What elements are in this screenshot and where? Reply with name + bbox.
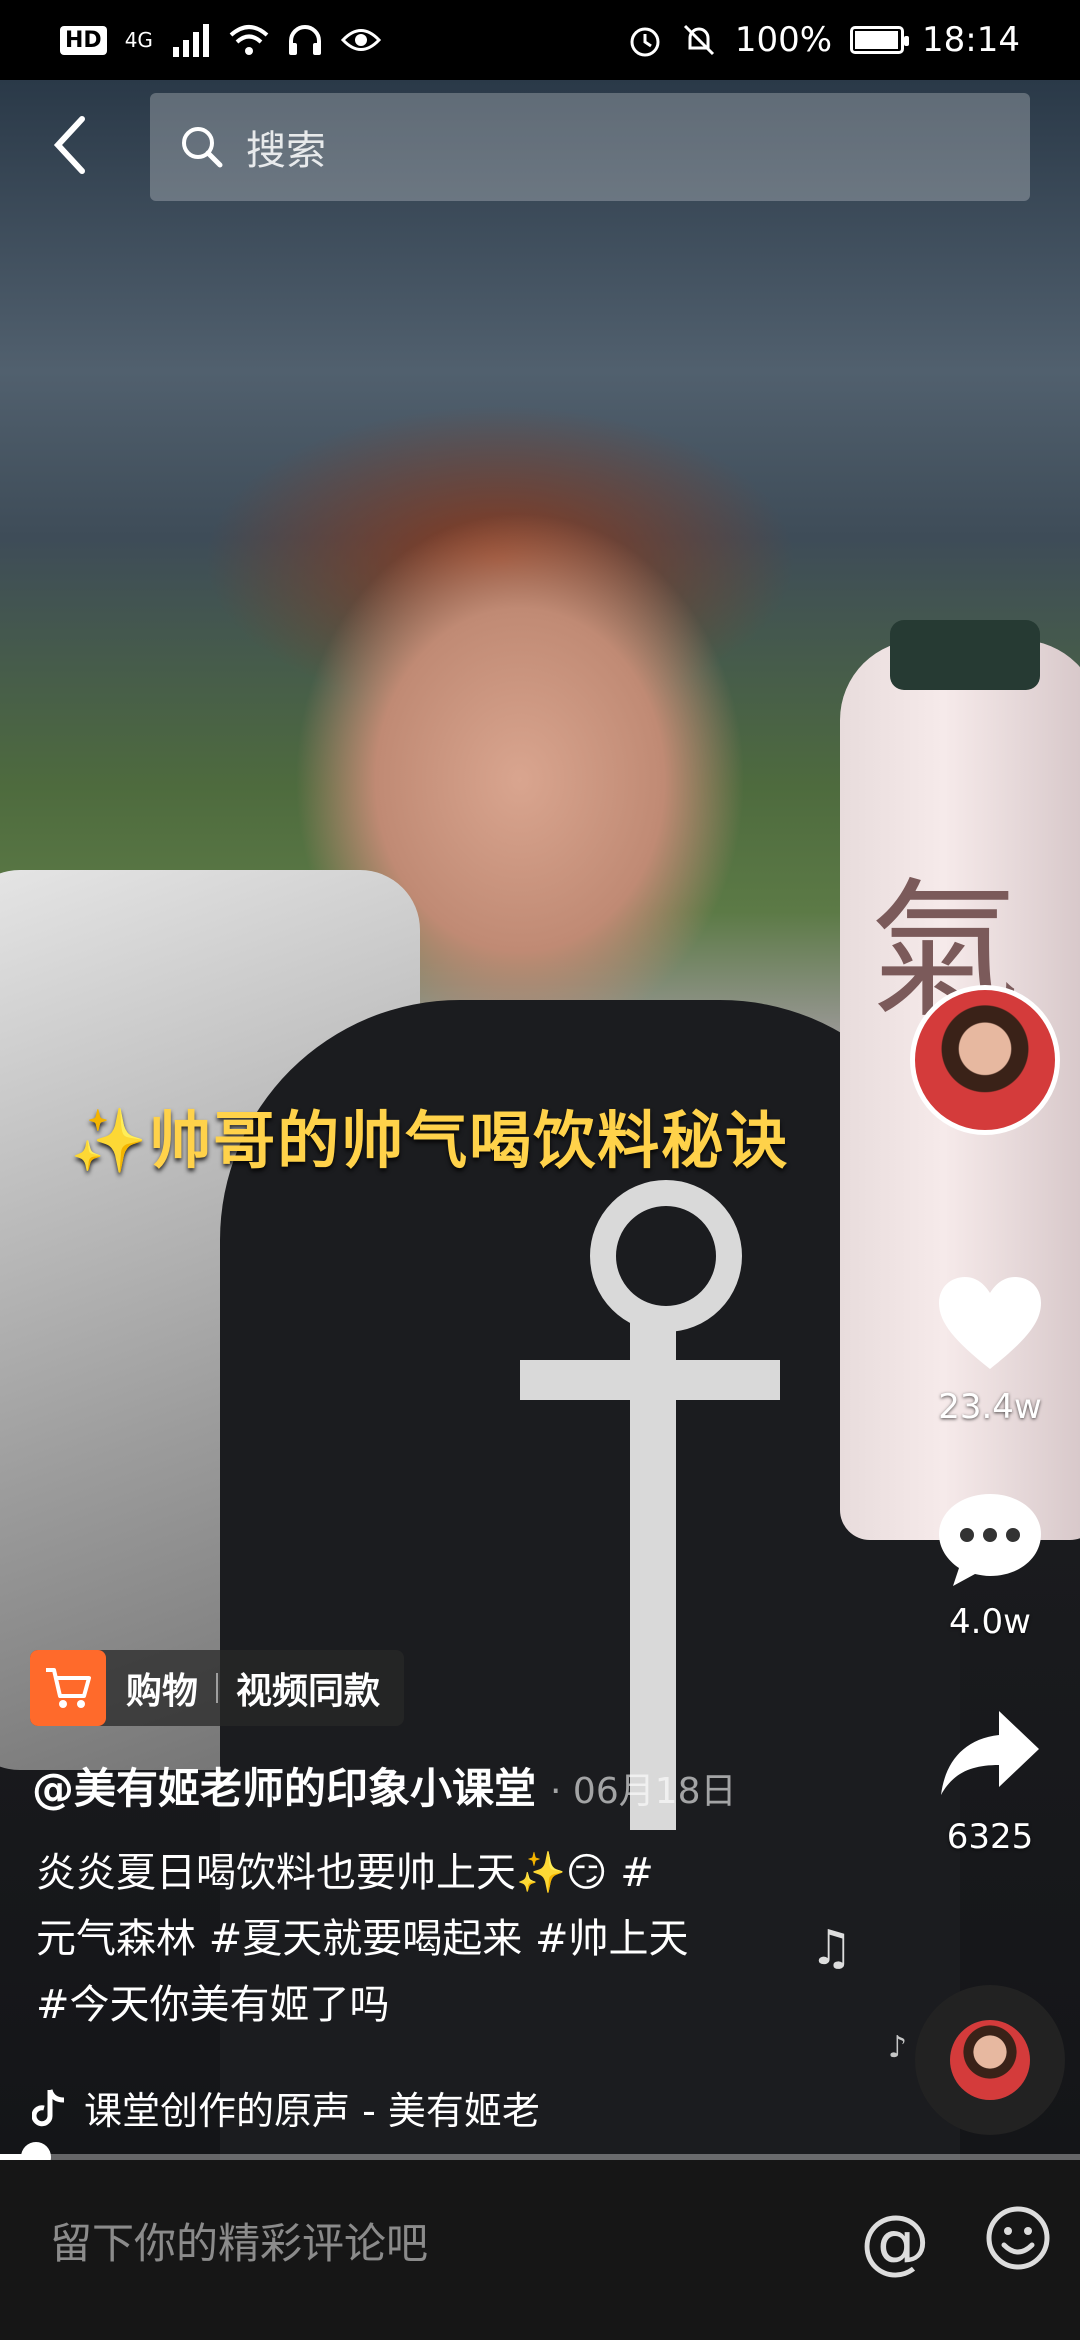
tiktok-music-icon bbox=[32, 2088, 65, 2126]
music-title: 课堂创作的原声 - 美有姬老 bbox=[84, 2089, 540, 2133]
chevron-left-icon bbox=[53, 116, 85, 174]
music-disc-button[interactable] bbox=[915, 1985, 1065, 2135]
comment-bar: 留下你的精彩评论吧 @ bbox=[0, 2160, 1080, 2340]
shopping-divider bbox=[216, 1673, 219, 1703]
search-input[interactable]: 搜索 bbox=[150, 93, 1030, 201]
wifi-icon bbox=[229, 25, 269, 55]
comment-button[interactable]: 4.0w bbox=[920, 1490, 1060, 1642]
music-note-icon: ♫ bbox=[810, 1920, 854, 1976]
creator-avatar[interactable] bbox=[910, 985, 1060, 1135]
network-type: 4G bbox=[124, 28, 153, 52]
description-line-2[interactable]: 元气森林 #夏天就要喝起来 #帅上天 bbox=[36, 1906, 796, 1972]
shopping-cart-icon bbox=[30, 1650, 106, 1726]
hd-badge: HD bbox=[60, 25, 107, 55]
comment-input[interactable]: 留下你的精彩评论吧 bbox=[50, 2210, 428, 2271]
like-count: 23.4w bbox=[938, 1387, 1042, 1427]
emoji-icon[interactable] bbox=[985, 2205, 1051, 2271]
top-bar: 搜索 bbox=[0, 90, 1080, 201]
music-disc-avatar bbox=[950, 2020, 1030, 2100]
anchor-graphic-cross bbox=[520, 1360, 780, 1400]
sparkle-icon: ✨ bbox=[70, 1104, 150, 1177]
eye-icon bbox=[340, 29, 381, 51]
heart-icon bbox=[939, 1277, 1041, 1369]
music-info[interactable]: 课堂创作的原声 - 美有姬老 bbox=[32, 2080, 540, 2135]
like-button[interactable]: 23.4w bbox=[920, 1275, 1060, 1427]
status-right: 100% 18:14 bbox=[627, 20, 1020, 60]
description-line-3[interactable]: #今天你美有姬了吗 bbox=[36, 1972, 796, 2038]
search-placeholder: 搜索 bbox=[246, 128, 326, 174]
post-date: · 06月18日 bbox=[550, 1762, 737, 1814]
alarm-icon bbox=[630, 27, 660, 57]
search-icon bbox=[182, 127, 223, 168]
clock: 18:14 bbox=[922, 20, 1020, 60]
share-arrow-icon bbox=[941, 1711, 1039, 1795]
shopping-label: 购物 bbox=[126, 1671, 199, 1712]
comment-count: 4.0w bbox=[949, 1602, 1031, 1642]
comment-bubble-icon bbox=[939, 1494, 1041, 1586]
mention-button[interactable]: @ bbox=[860, 2200, 930, 2282]
date-separator: · bbox=[550, 1771, 562, 1812]
bottle-cap bbox=[890, 620, 1040, 690]
status-bar: HD 4G 100% 18:14 bbox=[0, 0, 1080, 80]
status-left: HD 4G bbox=[60, 23, 381, 57]
video-caption-overlay: ✨帅哥的帅气喝饮料秘诀 bbox=[70, 1090, 789, 1180]
music-note-small-icon: ♪ bbox=[888, 2030, 908, 2065]
share-count: 6325 bbox=[946, 1817, 1034, 1857]
battery-percent: 100% bbox=[734, 20, 833, 60]
headphones-icon bbox=[288, 25, 321, 55]
description-line-1: 炎炎夏日喝饮料也要帅上天✨😏 # bbox=[36, 1850, 654, 1896]
post-date-text: 06月18日 bbox=[572, 1771, 737, 1812]
caption-text: 帅哥的帅气喝饮料秘诀 bbox=[149, 1104, 790, 1177]
back-button[interactable] bbox=[40, 110, 100, 180]
mute-bell-icon bbox=[683, 24, 714, 56]
post-description: 炎炎夏日喝饮料也要帅上天✨😏 # 元气森林 #夏天就要喝起来 #帅上天 #今天你… bbox=[36, 1840, 796, 2038]
share-button[interactable]: 6325 bbox=[920, 1705, 1060, 1857]
shopping-item: 视频同款 bbox=[236, 1671, 381, 1712]
shopping-tag[interactable]: 购物 视频同款 bbox=[30, 1650, 405, 1726]
author-name[interactable]: @美有姬老师的印象小课堂 bbox=[32, 1755, 536, 1816]
author-line: @美有姬老师的印象小课堂 · 06月18日 bbox=[32, 1755, 737, 1816]
signal-icon bbox=[172, 24, 209, 57]
battery-icon bbox=[850, 26, 910, 54]
